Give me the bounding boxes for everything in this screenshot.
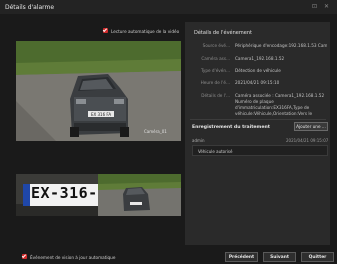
overview-snapshot[interactable]: [98, 174, 181, 216]
camera-overlay-label: Caméra_01: [144, 129, 167, 134]
auto-update-checkbox[interactable]: [22, 254, 27, 259]
detail-key-time: Heure de l'é...: [200, 80, 230, 85]
window-title: Détails d'alarme: [5, 4, 55, 11]
detail-value-time: 2021/04/21 09:15:10: [235, 80, 280, 85]
quit-button[interactable]: Quitter: [301, 252, 334, 262]
detail-value-camera: Camera1_192.168.1.52: [235, 56, 285, 61]
svg-text:EX 316 FA: EX 316 FA: [91, 112, 111, 117]
detail-key-details: Détails de l'...: [201, 93, 230, 98]
auto-play-label: Lecture automatique de la vidéo: [111, 28, 180, 34]
add-record-button[interactable]: Ajouter une ...: [294, 122, 328, 131]
restore-icon[interactable]: ⊡: [312, 4, 317, 10]
record-time: 2021/04/21 09:15:07: [286, 138, 329, 143]
overview-image: [98, 174, 181, 216]
plate-number: EX-316-F: [31, 184, 98, 202]
detail-value-type: Détection de véhicule: [235, 68, 281, 73]
detail-value-details-1: Caméra associée : Camera1_192.168.1.52: [235, 93, 325, 98]
record-note: Véhicule autorisé: [198, 149, 233, 154]
close-icon[interactable]: ✕: [324, 4, 329, 10]
processing-title: Enregistrement du traitement: [192, 125, 270, 130]
record-note-box: Véhicule autorisé: [192, 145, 328, 156]
next-button[interactable]: Suivant: [263, 252, 296, 262]
detail-value-details-2: Numéro de plaque: [235, 99, 274, 104]
event-details-title: Détails de l'événement: [194, 30, 252, 36]
camera-snapshot[interactable]: EX 316 FA Caméra_01: [16, 41, 181, 141]
previous-button[interactable]: Précédent: [225, 252, 258, 262]
detail-value-source: Périphérique d'encodage:192.168.1.53 Cam…: [235, 43, 327, 48]
auto-play-checkbox[interactable]: [103, 28, 108, 33]
record-user: admin: [192, 138, 205, 143]
detail-key-type: Type d'évén...: [200, 68, 230, 73]
car-scene-image: EX 316 FA: [16, 41, 181, 141]
auto-update-label: Événement de vision à jour automatique: [30, 254, 116, 260]
details-divider: [190, 119, 326, 120]
detail-key-camera: Caméra ass...: [201, 56, 230, 61]
detail-key-source: Source évé...: [202, 43, 230, 48]
detail-value-details-3: d'immatriculation:EX316FA,Type de: [235, 105, 310, 110]
plate-snapshot[interactable]: EX-316-F: [16, 174, 98, 216]
detail-value-details-4: véhicule:Véhicule,Orientation:Vers le: [235, 111, 313, 116]
